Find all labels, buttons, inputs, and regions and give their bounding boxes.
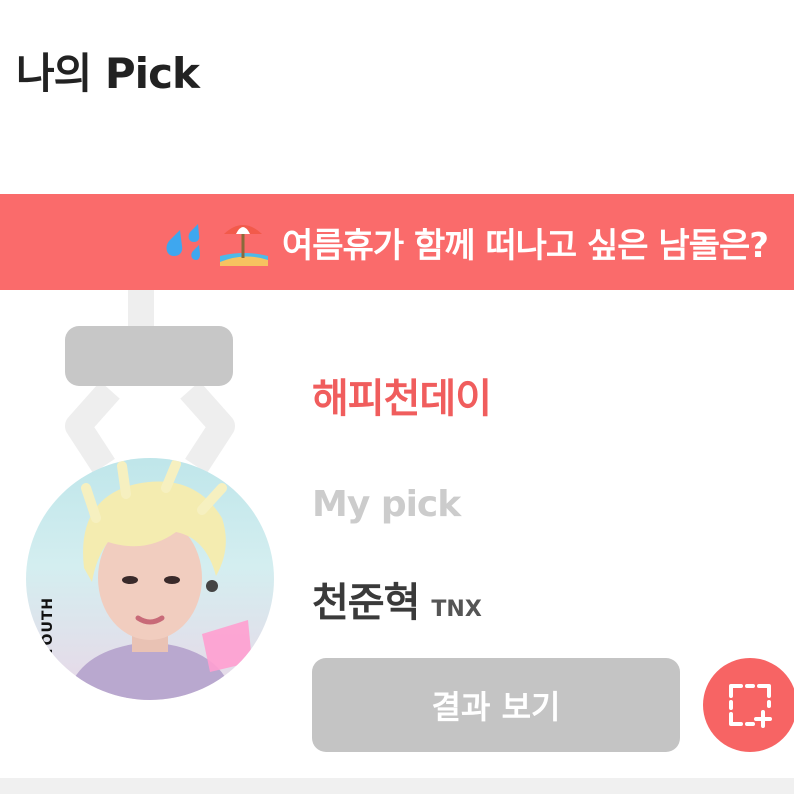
card-title: 해피천데이 (312, 376, 492, 422)
my-pick-label: My pick (312, 484, 461, 525)
capture-button[interactable] (703, 658, 794, 752)
pick-info: 천준혁 TNX (312, 570, 482, 628)
beach-umbrella-icon (220, 225, 268, 266)
idol-photo: YOURYOUTH (26, 458, 274, 700)
bottom-divider (0, 778, 794, 794)
question-banner[interactable]: 여름휴가 함께 떠나고 싶은 남돌은? (0, 194, 794, 290)
idol-portrait (66, 459, 252, 700)
view-results-button[interactable]: 결과 보기 (312, 658, 680, 752)
photo-side-text: YOURYOUTH (40, 596, 56, 700)
badge-holder: YOURYOUTH (0, 290, 300, 710)
page-title: 나의 Pick (16, 49, 200, 98)
screenshot-icon (729, 684, 772, 728)
banner-emoji (160, 216, 272, 268)
banner-text: 여름휴가 함께 떠나고 싶은 남돌은? (282, 225, 769, 266)
pick-name: 천준혁 (312, 580, 420, 626)
lanyard-strap (128, 290, 154, 330)
droplets-icon (166, 224, 200, 260)
pick-group: TNX (431, 597, 482, 622)
badge-clip (65, 326, 233, 386)
